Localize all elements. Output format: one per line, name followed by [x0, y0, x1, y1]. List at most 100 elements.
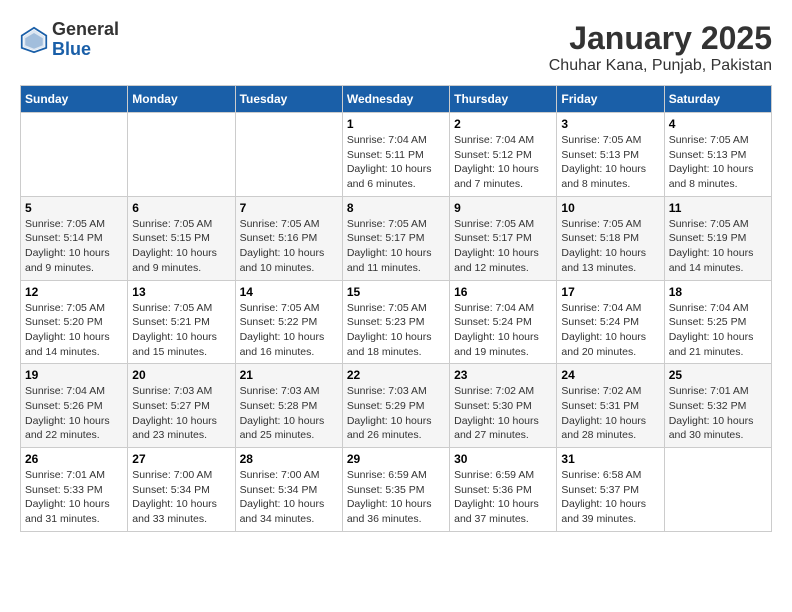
calendar-week-3: 12 Sunrise: 7:05 AM Sunset: 5:20 PM Dayli… [21, 280, 772, 364]
calendar-cell: 25Sunrise: 7:01 AM Sunset: 5:32 PM Dayli… [664, 364, 771, 448]
calendar-week-4: 19Sunrise: 7:04 AM Sunset: 5:26 PM Dayli… [21, 364, 772, 448]
calendar-cell: 16 Sunrise: 7:04 AM Sunset: 5:24 PM Dayli… [450, 280, 557, 364]
date-number: 15 [347, 285, 445, 299]
calendar-cell: 21 Sunrise: 7:03 AM Sunset: 5:28 PM Dayli… [235, 364, 342, 448]
date-number: 27 [132, 452, 230, 466]
date-number: 28 [240, 452, 338, 466]
cell-info: Sunrise: 6:59 AM Sunset: 5:35 PM Dayligh… [347, 468, 445, 527]
cell-info: Sunrise: 7:04 AM Sunset: 5:12 PM Dayligh… [454, 133, 552, 192]
cell-info: Sunrise: 7:04 AM Sunset: 5:24 PM Dayligh… [454, 301, 552, 360]
calendar-cell [235, 113, 342, 197]
cell-info: Sunrise: 7:05 AM Sunset: 5:19 PM Dayligh… [669, 217, 767, 276]
cell-info: Sunrise: 7:04 AM Sunset: 5:26 PM Dayligh… [25, 384, 123, 443]
calendar-cell: 14 Sunrise: 7:05 AM Sunset: 5:22 PM Dayli… [235, 280, 342, 364]
cell-info: Sunrise: 7:05 AM Sunset: 5:13 PM Dayligh… [669, 133, 767, 192]
date-number: 21 [240, 368, 338, 382]
weekday-header-tuesday: Tuesday [235, 86, 342, 113]
weekday-header-friday: Friday [557, 86, 664, 113]
weekday-header-sunday: Sunday [21, 86, 128, 113]
calendar-cell: 6 Sunrise: 7:05 AM Sunset: 5:15 PM Daylig… [128, 196, 235, 280]
logo-icon [20, 26, 48, 54]
calendar-week-2: 5Sunrise: 7:05 AM Sunset: 5:14 PM Daylig… [21, 196, 772, 280]
date-number: 20 [132, 368, 230, 382]
calendar-cell: 20Sunrise: 7:03 AM Sunset: 5:27 PM Dayli… [128, 364, 235, 448]
page-header: General Blue January 2025 Chuhar Kana, P… [20, 20, 772, 75]
cell-info: Sunrise: 7:03 AM Sunset: 5:28 PM Dayligh… [240, 384, 338, 443]
date-number: 23 [454, 368, 552, 382]
weekday-header-wednesday: Wednesday [342, 86, 449, 113]
calendar-cell: 13 Sunrise: 7:05 AM Sunset: 5:21 PM Dayli… [128, 280, 235, 364]
calendar-cell: 19Sunrise: 7:04 AM Sunset: 5:26 PM Dayli… [21, 364, 128, 448]
date-number: 11 [669, 201, 767, 215]
calendar-cell: 24Sunrise: 7:02 AM Sunset: 5:31 PM Dayli… [557, 364, 664, 448]
calendar-cell: 8 Sunrise: 7:05 AM Sunset: 5:17 PM Daylig… [342, 196, 449, 280]
calendar-cell: 22Sunrise: 7:03 AM Sunset: 5:29 PM Dayli… [342, 364, 449, 448]
logo-text: General Blue [52, 20, 119, 60]
calendar-cell: 12 Sunrise: 7:05 AM Sunset: 5:20 PM Dayli… [21, 280, 128, 364]
date-number: 26 [25, 452, 123, 466]
calendar-cell: 11 Sunrise: 7:05 AM Sunset: 5:19 PM Dayli… [664, 196, 771, 280]
date-number: 7 [240, 201, 338, 215]
cell-info: Sunrise: 7:01 AM Sunset: 5:33 PM Dayligh… [25, 468, 123, 527]
date-number: 1 [347, 117, 445, 131]
date-number: 9 [454, 201, 552, 215]
cell-info: Sunrise: 7:05 AM Sunset: 5:22 PM Dayligh… [240, 301, 338, 360]
logo: General Blue [20, 20, 119, 60]
cell-info: Sunrise: 7:05 AM Sunset: 5:15 PM Dayligh… [132, 217, 230, 276]
cell-info: Sunrise: 7:05 AM Sunset: 5:23 PM Dayligh… [347, 301, 445, 360]
date-number: 16 [454, 285, 552, 299]
date-number: 5 [25, 201, 123, 215]
title-block: January 2025 Chuhar Kana, Punjab, Pakist… [549, 20, 772, 75]
calendar-cell: 29 Sunrise: 6:59 AM Sunset: 5:35 PM Dayli… [342, 448, 449, 532]
date-number: 4 [669, 117, 767, 131]
calendar-cell: 4 Sunrise: 7:05 AM Sunset: 5:13 PM Daylig… [664, 113, 771, 197]
calendar-table: SundayMondayTuesdayWednesdayThursdayFrid… [20, 85, 772, 532]
cell-info: Sunrise: 7:04 AM Sunset: 5:24 PM Dayligh… [561, 301, 659, 360]
cell-info: Sunrise: 6:58 AM Sunset: 5:37 PM Dayligh… [561, 468, 659, 527]
cell-info: Sunrise: 7:05 AM Sunset: 5:13 PM Dayligh… [561, 133, 659, 192]
calendar-cell: 5Sunrise: 7:05 AM Sunset: 5:14 PM Daylig… [21, 196, 128, 280]
date-number: 17 [561, 285, 659, 299]
cell-info: Sunrise: 7:05 AM Sunset: 5:17 PM Dayligh… [454, 217, 552, 276]
date-number: 14 [240, 285, 338, 299]
cell-info: Sunrise: 7:05 AM Sunset: 5:17 PM Dayligh… [347, 217, 445, 276]
calendar-cell: 3 Sunrise: 7:05 AM Sunset: 5:13 PM Daylig… [557, 113, 664, 197]
date-number: 3 [561, 117, 659, 131]
calendar-cell: 27 Sunrise: 7:00 AM Sunset: 5:34 PM Dayli… [128, 448, 235, 532]
date-number: 29 [347, 452, 445, 466]
cell-info: Sunrise: 7:04 AM Sunset: 5:25 PM Dayligh… [669, 301, 767, 360]
calendar-cell: 7 Sunrise: 7:05 AM Sunset: 5:16 PM Daylig… [235, 196, 342, 280]
weekday-header-row: SundayMondayTuesdayWednesdayThursdayFrid… [21, 86, 772, 113]
cell-info: Sunrise: 7:00 AM Sunset: 5:34 PM Dayligh… [132, 468, 230, 527]
calendar-cell: 23Sunrise: 7:02 AM Sunset: 5:30 PM Dayli… [450, 364, 557, 448]
date-number: 2 [454, 117, 552, 131]
calendar-week-1: 1 Sunrise: 7:04 AM Sunset: 5:11 PM Daylig… [21, 113, 772, 197]
weekday-header-saturday: Saturday [664, 86, 771, 113]
calendar-cell: 28 Sunrise: 7:00 AM Sunset: 5:34 PM Dayli… [235, 448, 342, 532]
calendar-cell: 18 Sunrise: 7:04 AM Sunset: 5:25 PM Dayli… [664, 280, 771, 364]
date-number: 13 [132, 285, 230, 299]
page-title: January 2025 [549, 20, 772, 57]
calendar-week-5: 26 Sunrise: 7:01 AM Sunset: 5:33 PM Dayli… [21, 448, 772, 532]
cell-info: Sunrise: 7:04 AM Sunset: 5:11 PM Dayligh… [347, 133, 445, 192]
date-number: 18 [669, 285, 767, 299]
calendar-cell: 1 Sunrise: 7:04 AM Sunset: 5:11 PM Daylig… [342, 113, 449, 197]
cell-info: Sunrise: 7:00 AM Sunset: 5:34 PM Dayligh… [240, 468, 338, 527]
calendar-cell [664, 448, 771, 532]
page-subtitle: Chuhar Kana, Punjab, Pakistan [549, 57, 772, 75]
cell-info: Sunrise: 7:05 AM Sunset: 5:20 PM Dayligh… [25, 301, 123, 360]
cell-info: Sunrise: 7:05 AM Sunset: 5:21 PM Dayligh… [132, 301, 230, 360]
date-number: 6 [132, 201, 230, 215]
cell-info: Sunrise: 7:03 AM Sunset: 5:29 PM Dayligh… [347, 384, 445, 443]
calendar-cell: 15 Sunrise: 7:05 AM Sunset: 5:23 PM Dayli… [342, 280, 449, 364]
date-number: 8 [347, 201, 445, 215]
calendar-cell: 30Sunrise: 6:59 AM Sunset: 5:36 PM Dayli… [450, 448, 557, 532]
calendar-cell [128, 113, 235, 197]
calendar-cell [21, 113, 128, 197]
cell-info: Sunrise: 7:01 AM Sunset: 5:32 PM Dayligh… [669, 384, 767, 443]
calendar-cell: 10Sunrise: 7:05 AM Sunset: 5:18 PM Dayli… [557, 196, 664, 280]
calendar-cell: 9 Sunrise: 7:05 AM Sunset: 5:17 PM Daylig… [450, 196, 557, 280]
cell-info: Sunrise: 7:05 AM Sunset: 5:16 PM Dayligh… [240, 217, 338, 276]
date-number: 12 [25, 285, 123, 299]
calendar-cell: 26 Sunrise: 7:01 AM Sunset: 5:33 PM Dayli… [21, 448, 128, 532]
